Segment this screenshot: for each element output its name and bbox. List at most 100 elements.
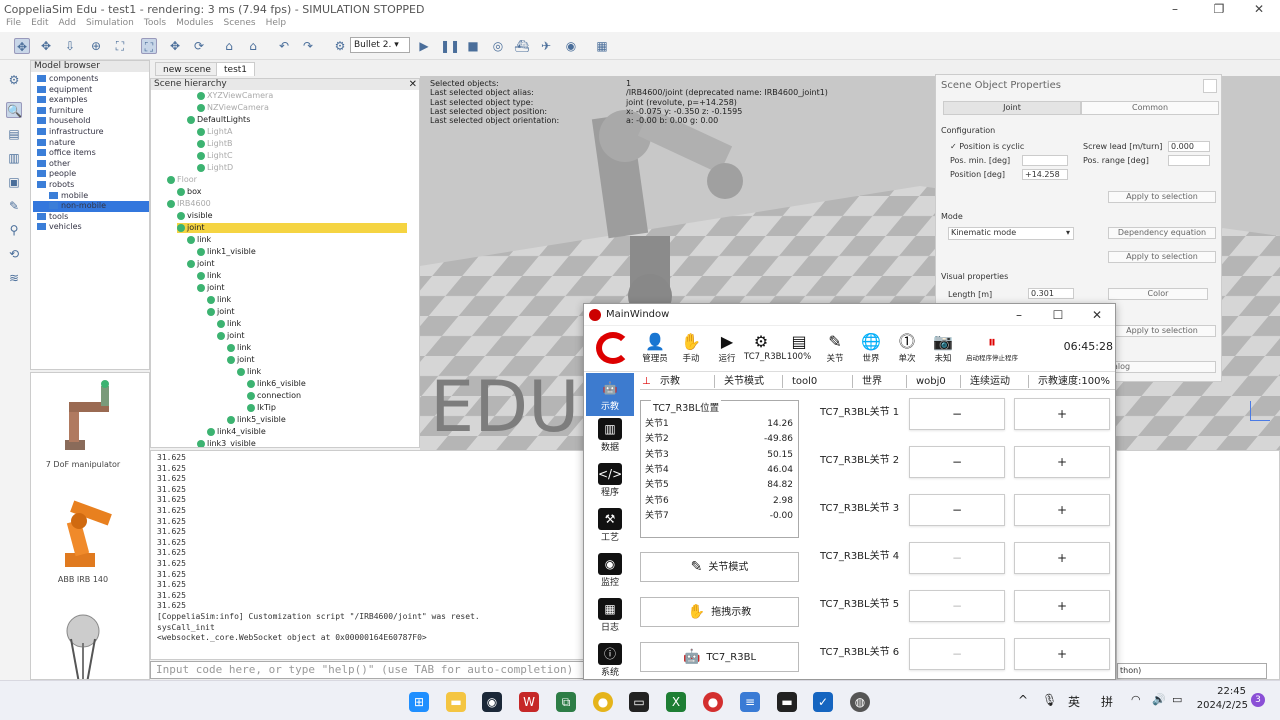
menu-item-add[interactable]: Add xyxy=(59,18,76,32)
engine-settings-icon[interactable]: ⚙ xyxy=(332,38,348,54)
hierarchy-row[interactable]: link xyxy=(187,235,211,245)
model-thumb-7dof[interactable]: 7 DoF manipulator xyxy=(43,378,123,469)
model-folder-item[interactable]: people xyxy=(33,169,149,180)
rotate-view-icon[interactable]: ✥ xyxy=(38,38,54,54)
mw-close-button[interactable]: ✕ xyxy=(1082,304,1112,326)
apply-visual-button[interactable]: Apply to selection xyxy=(1108,325,1216,337)
model-folder-item[interactable]: tools xyxy=(33,212,149,223)
hierarchy-row[interactable]: XYZViewCamera xyxy=(197,91,273,101)
hierarchy-row[interactable]: link xyxy=(237,367,261,377)
menu-item-edit[interactable]: Edit xyxy=(31,18,48,32)
sidebar-teach[interactable]: 🤖 示教 xyxy=(586,373,634,416)
apply-config-button[interactable]: Apply to selection xyxy=(1108,191,1216,203)
sidebar-process[interactable]: ⚒ 工艺 xyxy=(594,508,626,543)
wps-icon[interactable]: W xyxy=(519,692,539,712)
model-folder-item[interactable]: examples xyxy=(33,95,149,106)
robot-select-button[interactable]: 🤖 TC7_R3BL xyxy=(640,642,799,672)
model-folder-item[interactable]: non-mobile xyxy=(33,201,149,212)
model-folder-item[interactable]: other xyxy=(33,159,149,170)
pause-icon[interactable]: ❚❚ xyxy=(440,38,460,54)
tray-date[interactable]: 2024/2/25 xyxy=(1196,700,1248,711)
right-input[interactable]: thon) xyxy=(1117,663,1267,679)
hierarchy-row[interactable]: joint xyxy=(197,283,225,293)
notes-icon[interactable]: ≡ xyxy=(740,692,760,712)
hierarchy-row[interactable]: IkTip xyxy=(247,403,276,413)
jog-plus-button[interactable]: + xyxy=(1014,638,1110,670)
topbar-button-3[interactable]: ⚙ TC7_R3BL xyxy=(744,332,786,362)
jog-tab-0[interactable]: 示教 xyxy=(660,373,680,390)
layers-icon[interactable]: ▥ xyxy=(6,150,22,166)
model-folder-item[interactable]: household xyxy=(33,116,149,127)
jog-tab-4[interactable]: wobj0 xyxy=(916,373,946,390)
color-button[interactable]: Color xyxy=(1108,288,1208,300)
hierarchy-row[interactable]: joint xyxy=(177,223,407,233)
tray-time[interactable]: 22:45 xyxy=(1216,686,1246,697)
realtime-icon[interactable]: ◎ xyxy=(490,38,506,54)
close-panel-icon[interactable]: ✕ xyxy=(409,79,417,90)
hierarchy-row[interactable]: LightD xyxy=(197,163,233,173)
hierarchy-row[interactable]: box xyxy=(177,187,201,197)
undo-icon[interactable]: ↶ xyxy=(276,38,292,54)
apply-mode-button[interactable]: Apply to selection xyxy=(1108,251,1216,263)
zoom-icon[interactable]: ⊕ xyxy=(88,38,104,54)
dependency-equation-button[interactable]: Dependency equation xyxy=(1108,227,1216,239)
graph-icon[interactable]: ≋ xyxy=(6,270,22,286)
select-icon[interactable]: ⛶ xyxy=(141,38,157,54)
fit-view-icon[interactable]: ⛶ xyxy=(112,38,128,54)
mw-maximize-button[interactable]: ☐ xyxy=(1043,304,1073,326)
sidebar-program[interactable]: </> 程序 xyxy=(594,463,626,498)
pos-range-field[interactable] xyxy=(1168,155,1210,166)
hierarchy-row[interactable]: LightB xyxy=(197,139,232,149)
model-browser-icon[interactable]: 🔍 xyxy=(6,102,22,118)
scene-objects-icon[interactable]: ▦ xyxy=(594,38,610,54)
ik-icon[interactable]: ⚲ xyxy=(6,222,22,238)
dialog-button[interactable]: alog xyxy=(1108,361,1216,373)
transfer-dna-icon[interactable]: ⌂ xyxy=(245,38,261,54)
model-folder-item[interactable]: infrastructure xyxy=(33,127,149,138)
jog-tab-6[interactable]: 示教速度:100% xyxy=(1038,373,1110,390)
start-icon[interactable]: ⊞ xyxy=(409,692,429,712)
jog-plus-button[interactable]: + xyxy=(1014,494,1110,526)
model-folder-item[interactable]: equipment xyxy=(33,85,149,96)
sidebar-log[interactable]: ▦ 日志 xyxy=(594,598,626,633)
props-close-icon[interactable] xyxy=(1203,79,1217,93)
mw-minimize-button[interactable]: – xyxy=(1004,304,1034,326)
scene-hierarchy-icon[interactable]: ▤ xyxy=(6,126,22,142)
model-folder-item[interactable]: nature xyxy=(33,138,149,149)
mode-select[interactable]: Kinematic mode ▾ xyxy=(948,227,1074,240)
jog-plus-button[interactable]: + xyxy=(1014,446,1110,478)
topbar-button-5[interactable]: ✎ 关节 xyxy=(818,332,852,364)
hierarchy-row[interactable]: IRB4600 xyxy=(167,199,211,209)
jog-tab-5[interactable]: 连续运动 xyxy=(970,373,1010,390)
close-button[interactable]: ✕ xyxy=(1244,0,1274,18)
topbar-button-7[interactable]: ⓵ 单次 xyxy=(890,332,924,364)
model-thumb-delta[interactable] xyxy=(43,613,123,679)
topbar-button-9[interactable]: ⏸ 启动程序停止程序 xyxy=(962,332,1022,362)
wifi-icon[interactable]: ◠ xyxy=(1131,693,1141,706)
hierarchy-row[interactable]: link4_visible xyxy=(207,427,266,437)
app-red-icon[interactable]: ● xyxy=(703,692,723,712)
visualization-icon[interactable]: ◉ xyxy=(563,38,579,54)
terminal-icon[interactable]: ▭ xyxy=(629,692,649,712)
model-folder-item[interactable]: mobile xyxy=(33,191,149,202)
hierarchy-row[interactable]: joint xyxy=(227,355,255,365)
cyclic-checkbox[interactable]: ✓ Position is cyclic xyxy=(950,142,1024,151)
hierarchy-row[interactable]: link xyxy=(207,295,231,305)
hierarchy-row[interactable]: connection xyxy=(247,391,301,401)
file-explorer-icon[interactable]: ▬ xyxy=(446,692,466,712)
assemble-icon[interactable]: ⌂ xyxy=(221,38,237,54)
jog-plus-button[interactable]: + xyxy=(1014,542,1110,574)
menu-item-tools[interactable]: Tools xyxy=(144,18,166,32)
joint-mode-button[interactable]: ✎ 关节模式 xyxy=(640,552,799,582)
menu-item-file[interactable]: File xyxy=(6,18,21,32)
jog-minus-button[interactable]: − xyxy=(909,590,1005,622)
move-view-icon[interactable]: ✥ xyxy=(14,38,30,54)
sidebar-system[interactable]: ⓘ 系统 xyxy=(594,643,626,678)
sidebar-data[interactable]: ▥ 数据 xyxy=(594,418,626,453)
position-field[interactable]: +14.258 xyxy=(1022,169,1068,180)
hierarchy-row[interactable]: joint xyxy=(207,307,235,317)
faster-icon[interactable]: ✈ xyxy=(538,38,554,54)
model-thumb-abb-irb140[interactable]: ABB IRB 140 xyxy=(43,493,123,584)
drag-teach-button[interactable]: ✋ 拖拽示教 xyxy=(640,597,799,627)
slower-icon[interactable]: ⛴ xyxy=(514,38,530,54)
